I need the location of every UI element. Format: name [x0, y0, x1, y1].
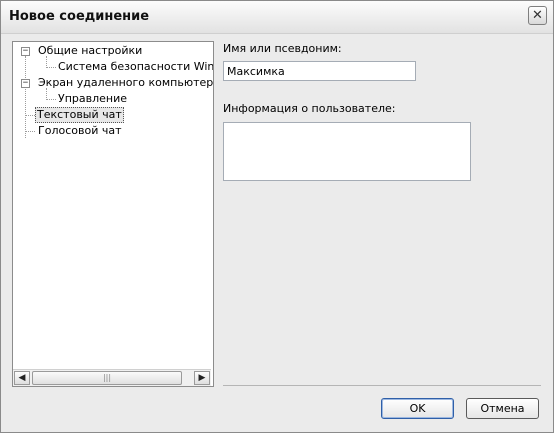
nickname-label: Имя или псевдоним:: [223, 42, 342, 55]
close-icon: ✕: [532, 8, 543, 23]
scroll-right-button[interactable]: ▶: [194, 371, 210, 385]
collapse-icon[interactable]: −: [21, 47, 30, 56]
user-info-textarea[interactable]: [223, 122, 471, 181]
tree-item-text-chat[interactable]: Текстовый чат: [13, 107, 213, 123]
scroll-left-button[interactable]: ◀: [14, 371, 30, 385]
new-connection-dialog: Новое соединение ✕ − Общие настройки Сис…: [0, 0, 554, 433]
user-info-label: Информация о пользователе:: [223, 102, 396, 115]
close-button[interactable]: ✕: [528, 6, 547, 25]
tree-item-label: Общие настройки: [38, 44, 143, 57]
tree-item-remote-screen[interactable]: − Экран удаленного компьютера: [13, 76, 213, 90]
tree-item-label: Текстовый чат: [35, 107, 124, 123]
arrow-right-icon: ▶: [198, 373, 206, 383]
cancel-button[interactable]: Отмена: [466, 398, 539, 419]
collapse-icon[interactable]: −: [21, 79, 30, 88]
grip-icon: |||: [102, 373, 112, 382]
tree-item-windows-security[interactable]: Система безопасности Windows: [13, 60, 214, 74]
ok-button[interactable]: OK: [381, 398, 454, 419]
title-bar: Новое соединение ✕: [1, 1, 553, 34]
tree-item-label: Система безопасности Windows: [58, 60, 214, 73]
nickname-input[interactable]: [223, 61, 416, 81]
tree-item-control[interactable]: Управление: [13, 92, 213, 106]
tree-item-label: Экран удаленного компьютера: [38, 76, 214, 89]
tree-item-general-settings[interactable]: − Общие настройки: [13, 44, 213, 58]
scroll-thumb[interactable]: |||: [32, 371, 182, 385]
tree-item-label: Голосовой чат: [38, 124, 122, 137]
arrow-left-icon: ◀: [18, 373, 26, 383]
window-title: Новое соединение: [9, 9, 150, 24]
tree-item-label: Управление: [58, 92, 128, 105]
tree-item-voice-chat[interactable]: Голосовой чат: [13, 124, 213, 138]
separator: [223, 385, 541, 386]
settings-tree[interactable]: − Общие настройки Система безопасности W…: [12, 41, 214, 387]
horizontal-scrollbar[interactable]: ◀ ||| ▶: [13, 369, 211, 386]
